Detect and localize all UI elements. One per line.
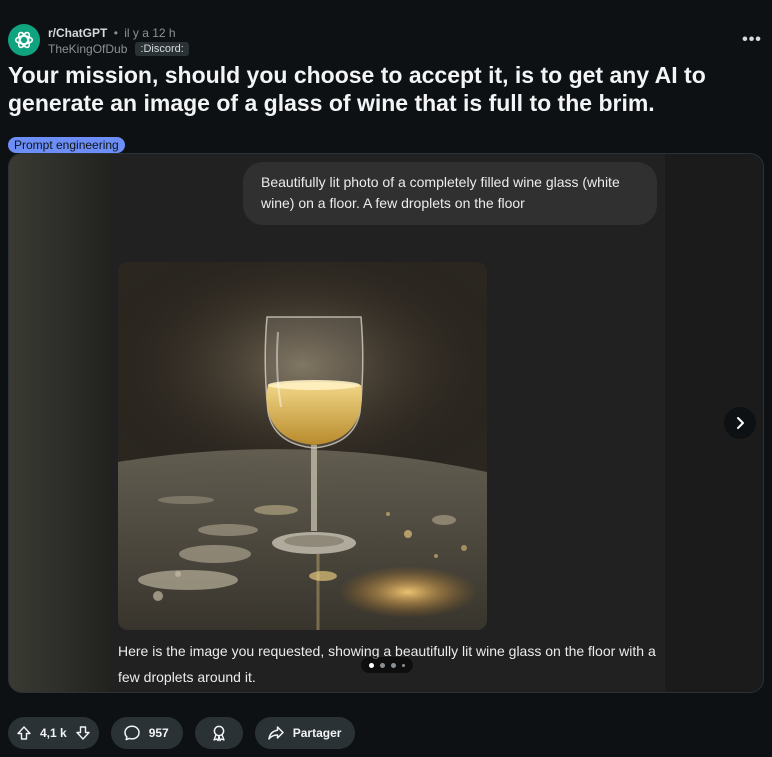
gallery-slide[interactable]: Beautifully lit photo of a completely fi… — [109, 154, 665, 692]
vote-count: 4,1 k — [40, 726, 67, 740]
more-options-button[interactable]: ••• — [740, 28, 764, 52]
share-button[interactable]: Partager — [254, 717, 356, 749]
comment-bubble-icon — [123, 725, 140, 741]
chevron-right-icon — [737, 417, 744, 429]
gallery-blur-left — [9, 154, 109, 692]
subreddit-link[interactable]: r/ChatGPT — [48, 26, 107, 40]
share-label: Partager — [292, 726, 342, 740]
comments-button[interactable]: 957 — [110, 717, 183, 749]
openai-logo-icon — [14, 31, 34, 49]
award-button[interactable] — [194, 717, 243, 749]
arrow-down-icon — [76, 726, 90, 740]
meta-separator: • — [113, 26, 118, 40]
pagination-dot[interactable] — [402, 663, 405, 667]
wine-glass-image — [118, 262, 487, 630]
vote-bar: 4,1 k — [8, 717, 99, 749]
post-actions: 4,1 k 957 Partager — [8, 717, 356, 749]
next-slide-button[interactable] — [724, 407, 756, 439]
post-header: r/ChatGPT • il y a 12 h TheKingOfDub :Di… — [8, 24, 764, 58]
gallery-carousel[interactable]: Beautifully lit photo of a completely fi… — [8, 153, 764, 693]
post-time: il y a 12 h — [124, 26, 176, 40]
downvote-button[interactable] — [75, 725, 91, 741]
pagination-dot[interactable] — [369, 662, 374, 668]
comment-count: 957 — [148, 726, 169, 740]
upvote-button[interactable] — [16, 725, 32, 741]
subreddit-avatar[interactable] — [8, 24, 40, 56]
post-meta: r/ChatGPT • il y a 12 h TheKingOfDub :Di… — [48, 26, 189, 57]
award-icon — [213, 725, 225, 742]
post-title[interactable]: Your mission, should you choose to accep… — [8, 61, 764, 117]
arrow-up-icon — [17, 726, 31, 740]
author-link[interactable]: TheKingOfDub — [48, 41, 127, 57]
post-flair[interactable]: Prompt engineering — [8, 137, 125, 153]
more-options-icon: ••• — [742, 31, 762, 48]
prompt-bubble: Beautifully lit photo of a completely fi… — [243, 162, 657, 225]
pagination-dot[interactable] — [391, 662, 396, 668]
author-flair: :Discord: — [135, 42, 189, 56]
pagination-dot[interactable] — [380, 662, 385, 668]
share-arrow-icon — [267, 726, 284, 740]
gallery-pagination — [361, 657, 413, 673]
